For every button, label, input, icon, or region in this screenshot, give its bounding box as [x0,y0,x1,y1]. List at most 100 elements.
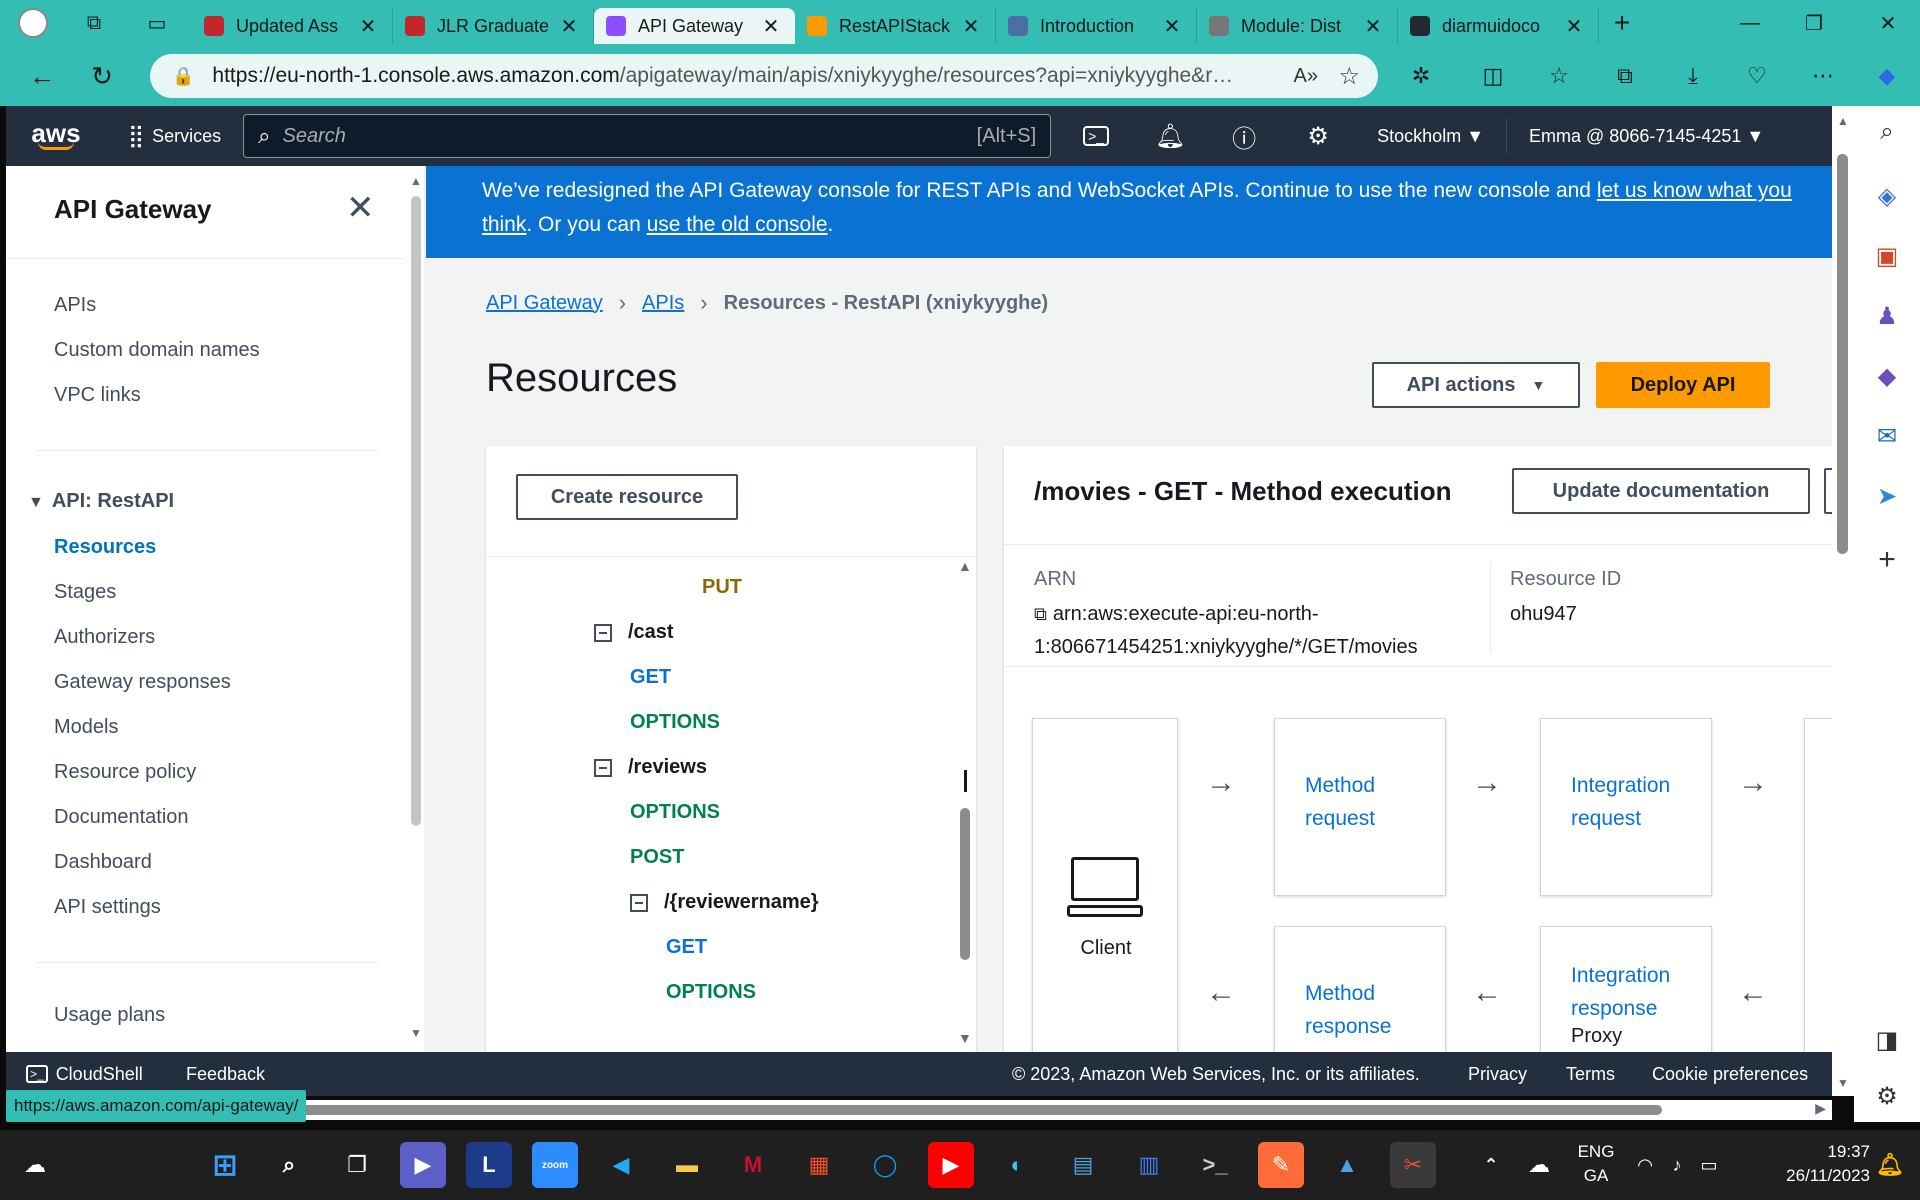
scroll-down-icon[interactable]: ▼ [1837,1076,1849,1090]
file-explorer-icon[interactable]: ▬ [664,1142,710,1188]
browser-tab[interactable]: JLR Graduate ✕ [393,8,594,44]
send-icon[interactable]: ➤ [1854,474,1920,518]
tab-close-icon[interactable]: ✕ [356,14,380,39]
sidenav-item-api-settings[interactable]: API settings [54,896,161,919]
tree-method-options[interactable]: OPTIONS [666,981,756,1004]
remote-desktop-icon[interactable]: ▤ [1060,1142,1106,1188]
chevron-up-icon[interactable]: ⌃ [1468,1142,1514,1188]
outlook-icon[interactable]: ✉ [1854,414,1920,458]
volume-icon[interactable]: ♪ [1662,1142,1692,1188]
address-bar[interactable]: 🔒 https://eu-north-1.console.aws.amazon.… [150,54,1378,98]
browser-tab[interactable]: Module: Dist ✕ [1197,8,1398,44]
sidenav-item-documentation[interactable]: Documentation [54,806,189,829]
sidenav-item-authorizers[interactable]: Authorizers [54,626,155,649]
browser-tab[interactable]: Updated Ass ✕ [192,8,393,44]
snipping-tool-icon[interactable]: ✂ [1390,1142,1436,1188]
method-response-box[interactable]: Method response [1274,926,1446,1052]
sidenav-item-resources[interactable]: Resources [54,536,156,559]
microsoft-store-icon[interactable]: ▦ [796,1142,842,1188]
help-icon[interactable]: ⓘ [1207,106,1281,166]
sidenav-item-stages[interactable]: Stages [54,581,116,604]
integration-request-link[interactable]: Integration request [1571,769,1670,835]
shopping-tag-icon[interactable]: ◈ [1854,174,1920,218]
sidenav-item-resource-policy[interactable]: Resource policy [54,761,196,784]
tab-close-icon[interactable]: ✕ [759,14,783,39]
browser-tab[interactable]: API Gateway ✕ [594,8,795,44]
collapse-icon[interactable] [594,623,612,642]
tree-method-get[interactable]: GET [630,666,671,689]
downloads-icon[interactable]: ⤓ [1668,46,1718,106]
aws-logo[interactable]: aws [6,106,106,166]
sidenav-item-vpc-links[interactable]: VPC links [54,384,141,407]
m365-icon[interactable]: ◆ [1854,354,1920,398]
app-l-icon[interactable]: L [466,1142,512,1188]
teams-icon[interactable]: ▶ [400,1142,446,1188]
scroll-up-icon[interactable]: ▲ [410,174,422,188]
wifi-icon[interactable]: ◠ [1630,1142,1660,1188]
tree-scroll-thumb[interactable] [960,808,970,960]
back-icon[interactable]: ← [12,46,72,106]
restore-icon[interactable]: ❐ [1786,0,1842,46]
integration-request-box[interactable]: Integration request [1540,718,1712,896]
integration-response-link[interactable]: Integration response [1571,959,1670,1025]
sidenav-scrollbar[interactable]: ▲ ▼ [406,166,424,1052]
integration-response-box[interactable]: Integration response Proxy [1540,926,1712,1052]
sidebar-toggle-icon[interactable]: ◨ [1854,1018,1920,1062]
sidenav-item-apis[interactable]: APIs [54,294,96,317]
settings-more-icon[interactable]: ⋯ [1798,46,1848,106]
method-request-box[interactable]: Method request [1274,718,1446,896]
mcafee-icon[interactable]: M [730,1142,776,1188]
browser-tab[interactable]: RestAPIStack ✕ [795,8,996,44]
breadcrumb-api-gateway[interactable]: API Gateway [486,292,603,315]
close-icon[interactable]: ✕ [346,188,375,228]
task-view-icon[interactable]: ❐ [334,1142,380,1188]
tree-resource-reviewername[interactable]: /{reviewername} [630,891,819,914]
tree-method-put[interactable]: PUT [702,576,742,599]
new-tab-button[interactable]: + [1599,0,1645,46]
tree-method-post[interactable]: POST [630,846,684,869]
cloudshell-icon[interactable]: >_ [1059,106,1133,166]
favorites-icon[interactable]: ☆ [1534,46,1584,106]
tree-method-get[interactable]: GET [666,936,707,959]
collections-icon[interactable]: ⧉ [1600,46,1650,106]
profile-icon[interactable] [0,0,66,46]
notification-bell-icon[interactable]: 🔔︎ [1870,1142,1910,1188]
page-scroll-thumb[interactable] [1837,154,1848,554]
extensions-icon[interactable]: ✲ [1396,46,1446,106]
terms-link[interactable]: Terms [1566,1052,1615,1096]
tab-close-icon[interactable]: ✕ [1361,14,1385,39]
horizontal-scroll-thumb[interactable] [300,1105,1662,1115]
browser-tab[interactable]: diarmuidoco ✕ [1398,8,1599,44]
tools-briefcase-icon[interactable]: ▣ [1854,234,1920,278]
browser-tab[interactable]: Introduction ✕ [996,8,1197,44]
settings-gear-icon[interactable]: ⚙ [1854,1074,1920,1118]
sidenav-scroll-thumb[interactable] [411,196,421,826]
tab-close-icon[interactable]: ✕ [1160,14,1184,39]
method-request-link[interactable]: Method request [1305,769,1375,835]
onedrive-icon[interactable]: ☁ [1516,1142,1562,1188]
tree-method-options[interactable]: OPTIONS [630,711,720,734]
favorite-star-icon[interactable]: ☆ [1338,62,1360,91]
cortana-icon[interactable]: ◯ [862,1142,908,1188]
copilot-icon[interactable]: ◆ [1862,46,1912,106]
refresh-icon[interactable]: ↻ [72,46,132,106]
sidenav-title[interactable]: API Gateway [54,194,212,225]
close-window-icon[interactable]: ✕ [1860,0,1916,46]
tree-method-options[interactable]: OPTIONS [630,801,720,824]
photos-icon[interactable]: ▲ [1324,1142,1370,1188]
notepad-icon[interactable]: ▥ [1126,1142,1172,1188]
collapse-icon[interactable] [630,893,648,912]
tab-close-icon[interactable]: ✕ [557,14,581,39]
tab-close-icon[interactable]: ✕ [1562,14,1586,39]
page-scrollbar[interactable]: ▲ ▼ [1832,106,1854,1096]
search-icon[interactable]: ⌕ [1854,110,1920,154]
vscode-icon[interactable]: ◀ [598,1142,644,1188]
search-icon[interactable]: ⌕ [266,1142,312,1188]
update-documentation-button[interactable]: Update documentation [1512,468,1810,514]
tab-close-icon[interactable]: ✕ [959,14,983,39]
browser-essentials-icon[interactable]: ♡ [1732,46,1782,106]
settings-gear-icon[interactable]: ⚙ [1281,106,1355,166]
edge-icon[interactable]: ◐ [994,1142,1040,1188]
tree-resource-reviews[interactable]: /reviews [594,756,707,779]
tree-scrollbar[interactable]: ▲ ▼ [954,558,976,1052]
